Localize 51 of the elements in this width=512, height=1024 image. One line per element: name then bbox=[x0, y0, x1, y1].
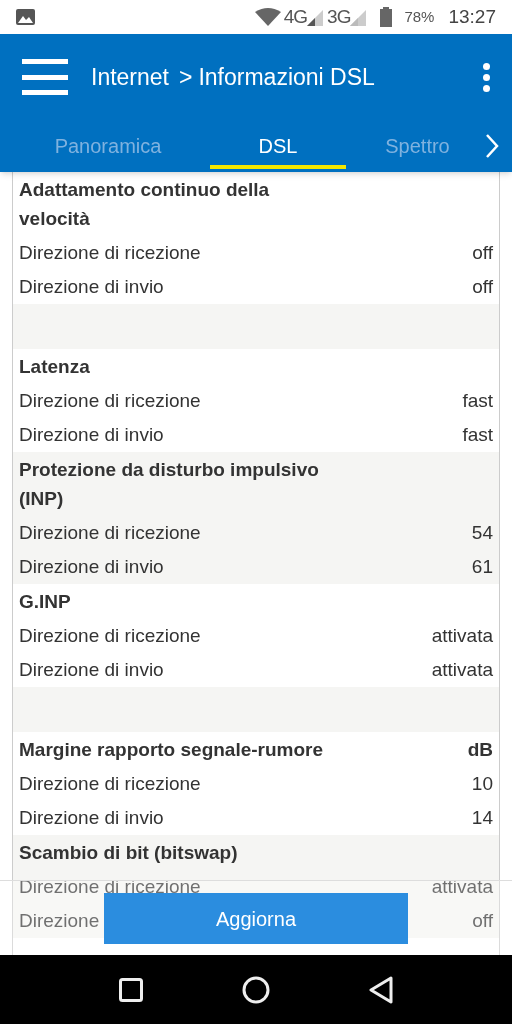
row-label: Direzione di invio bbox=[19, 805, 164, 830]
row-value: off bbox=[472, 274, 493, 299]
back-nav-icon[interactable] bbox=[368, 975, 393, 1004]
battery-icon bbox=[380, 7, 393, 27]
page-title: Informazioni DSL bbox=[198, 62, 375, 92]
more-options-button[interactable] bbox=[482, 62, 490, 92]
row-value: 54 bbox=[471, 520, 493, 545]
clock-time: 13:27 bbox=[448, 4, 496, 29]
section-title: G.INP bbox=[19, 590, 72, 614]
signal-icon bbox=[350, 8, 367, 26]
row-label: Direzione di invio bbox=[19, 274, 164, 299]
square-nav-icon[interactable] bbox=[119, 977, 144, 1002]
row-label: Direzione di invio bbox=[19, 657, 164, 682]
row-label: Direzione di invio bbox=[19, 422, 164, 447]
row-label: Direzione di ricezione bbox=[19, 623, 201, 648]
row-label: Direzione di invio bbox=[19, 554, 164, 579]
section-title: Latenza bbox=[19, 355, 91, 379]
tab[interactable]: Spettro bbox=[363, 120, 472, 172]
tab[interactable]: DSL bbox=[193, 120, 363, 172]
battery-percent: 78% bbox=[404, 6, 435, 27]
row-value: attivata bbox=[431, 657, 493, 682]
row-value: off bbox=[472, 240, 493, 265]
row-label: Direzione di ricezione bbox=[19, 388, 201, 413]
row-value: 14 bbox=[471, 805, 493, 830]
row-value: 61 bbox=[471, 554, 493, 579]
row-value: 10 bbox=[471, 771, 493, 796]
network-label: 4G bbox=[283, 4, 308, 29]
menu-button[interactable] bbox=[22, 59, 68, 95]
breadcrumb-link[interactable]: Internet bbox=[91, 59, 169, 95]
signal-icon bbox=[307, 8, 324, 26]
row-value: off bbox=[472, 908, 493, 933]
row-value: attivata bbox=[431, 623, 493, 648]
section-title: Scambio di bit (bitswap) bbox=[19, 841, 239, 865]
unit-label: dB bbox=[467, 738, 493, 762]
row-label: Direzione bbox=[19, 908, 100, 933]
row-value: fast bbox=[462, 422, 493, 447]
row-label: Direzione di ricezione bbox=[19, 520, 201, 545]
refresh-button[interactable]: Aggiorna bbox=[104, 893, 408, 944]
network-label: 3G bbox=[327, 4, 351, 29]
row-label: Direzione di ricezione bbox=[19, 240, 201, 265]
tab[interactable]: Panoramica bbox=[23, 120, 193, 172]
image-icon bbox=[16, 9, 35, 25]
section-title: Margine rapporto segnale-rumore bbox=[19, 738, 325, 762]
row-label: Direzione di ricezione bbox=[19, 771, 201, 796]
breadcrumb-separator: > bbox=[179, 62, 193, 92]
wifi-icon bbox=[254, 8, 281, 26]
row-value: attivata bbox=[431, 874, 493, 899]
row-value: fast bbox=[462, 388, 493, 413]
home-nav-icon[interactable] bbox=[242, 975, 270, 1004]
section-title: Protezione da disturbo impulsivo (INP) bbox=[19, 458, 320, 511]
section-title: Adattamento continuo della velocità bbox=[19, 178, 271, 231]
